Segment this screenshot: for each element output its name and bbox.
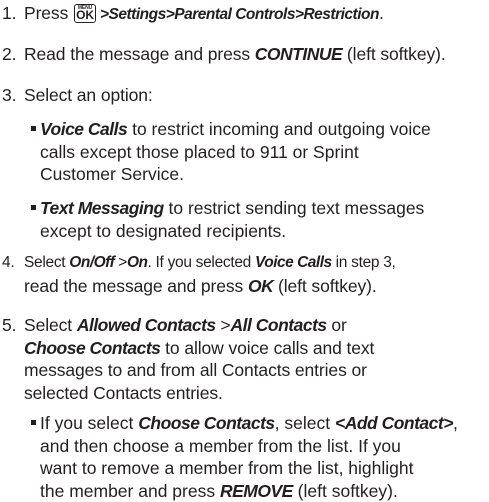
option-text-messaging: Text Messaging to restrict sending text … [31, 197, 485, 242]
bullet-icon [31, 420, 36, 425]
continue-softkey-label: CONTINUE [254, 44, 343, 64]
manual-page: 1. Press MENU OK >Settings>Parental Control… [0, 0, 489, 502]
ok-softkey-label: OK [247, 275, 274, 296]
menu-ok-key-icon: MENU OK [74, 4, 96, 23]
step-number: 5. [2, 315, 17, 335]
step-4: 4. Select On/Off >On. If you selected Voi… [2, 254, 396, 296]
settings-path: >Settings>Parental Controls>Restriction [100, 6, 379, 23]
bullet-icon [31, 126, 36, 131]
step-3: 3. Select an option: [2, 85, 153, 105]
step-number: 3. [2, 85, 17, 105]
step-number: 1. [2, 3, 17, 23]
step-5: 5. Select Allowed Contacts >All Contacts … [2, 315, 375, 403]
text-messaging-label: Text Messaging [40, 198, 164, 218]
step-2: 2. Read the message and press CONTINUE (l… [2, 44, 446, 64]
choose-contacts-note: If you select Choose Contacts, select <A… [31, 412, 485, 502]
step-number: 2. [2, 44, 17, 64]
step-1: 1. Press MENU OK >Settings>Parental Control… [2, 3, 384, 23]
bullet-icon [31, 205, 36, 210]
step-number: 4. [2, 254, 15, 271]
option-voice-calls: Voice Calls to restrict incoming and out… [31, 118, 485, 186]
remove-softkey-label: REMOVE [219, 480, 293, 501]
voice-calls-label: Voice Calls [40, 119, 128, 139]
step-1-press: Press [24, 3, 69, 23]
